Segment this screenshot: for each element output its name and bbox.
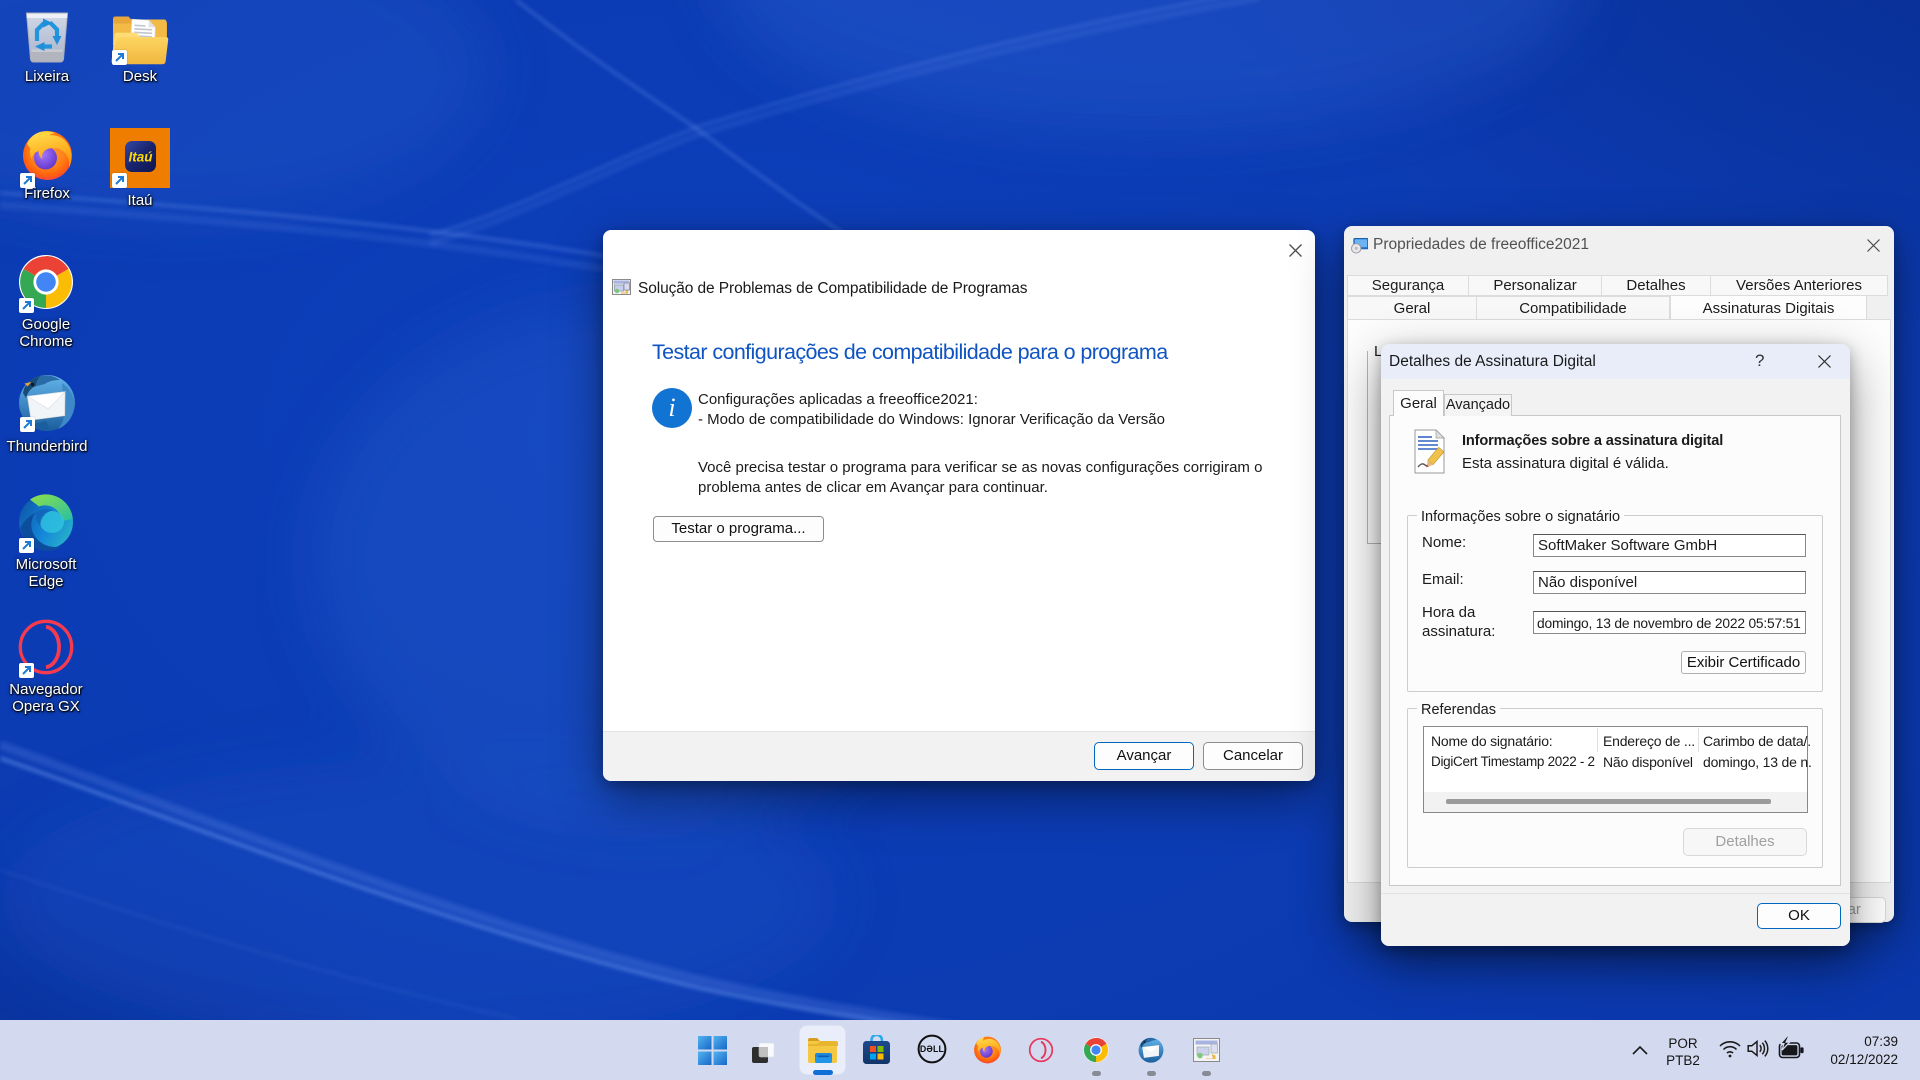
svg-text:Itaú: Itaú [128, 150, 153, 165]
svg-text:DƏLL: DƏLL [920, 1044, 945, 1054]
